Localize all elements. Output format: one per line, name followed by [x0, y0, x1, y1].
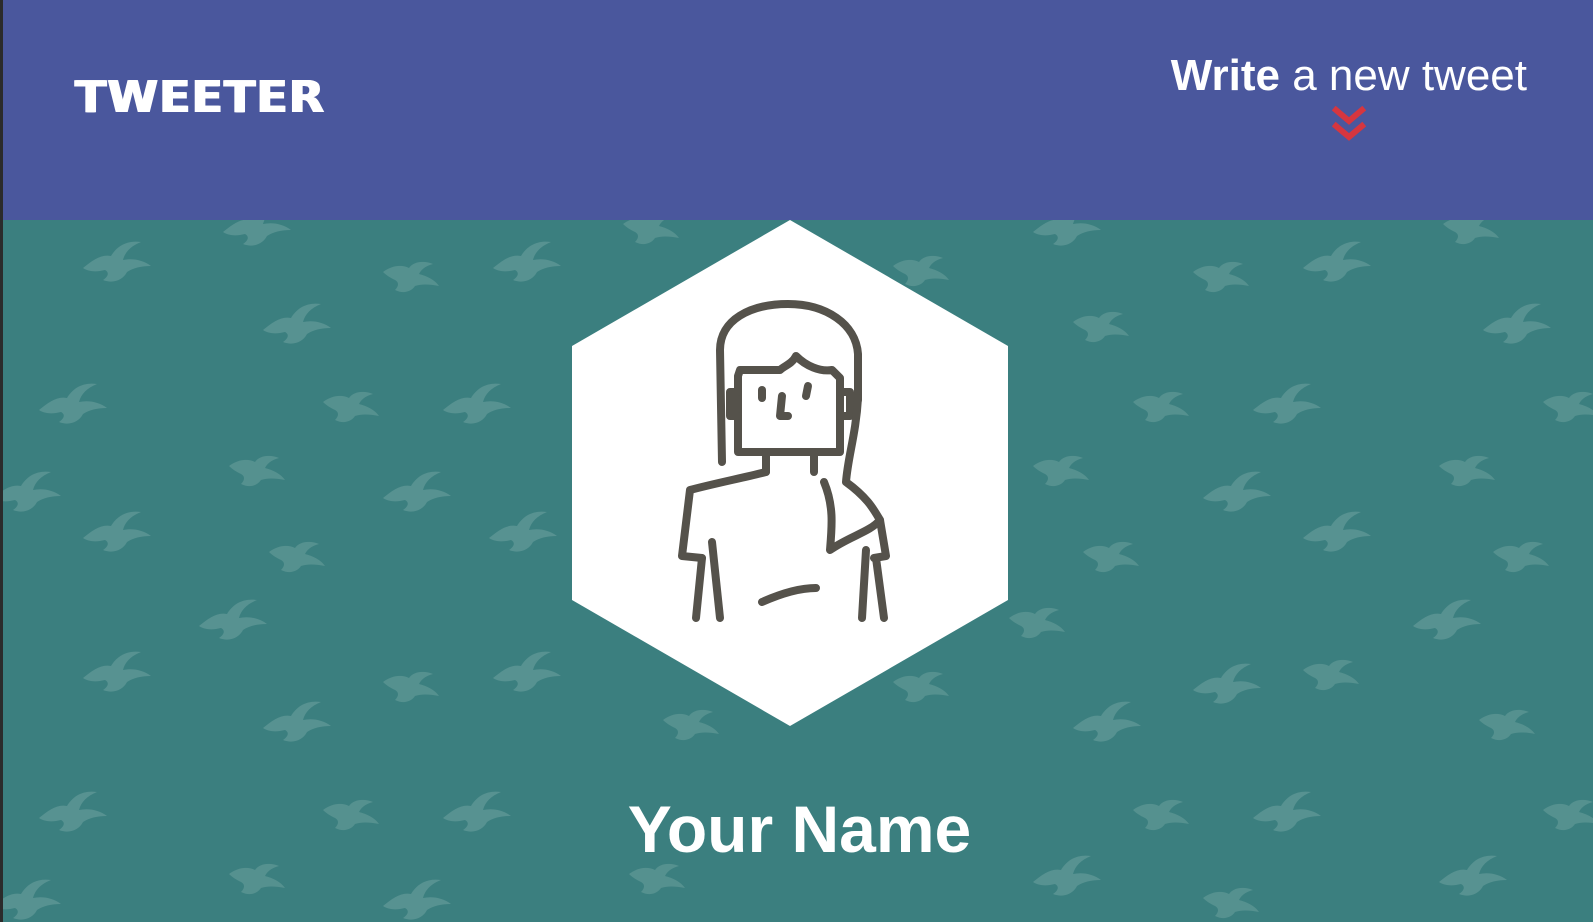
- top-navigation-bar: TWEETER Write a new tweet: [0, 0, 1593, 220]
- write-new-tweet-link[interactable]: Write a new tweet: [1170, 51, 1527, 146]
- profile-banner: Your Name: [0, 220, 1593, 922]
- app-logo[interactable]: TWEETER: [75, 75, 325, 119]
- page: TWEETER Write a new tweet Your Name: [0, 0, 1593, 922]
- double-chevron-down-icon[interactable]: [1331, 106, 1366, 146]
- profile-name: Your Name: [627, 792, 972, 866]
- write-label-rest: a new tweet: [1279, 51, 1527, 100]
- write-label-strong: Write: [1170, 51, 1280, 100]
- user-avatar-woman-icon[interactable]: [570, 220, 1010, 726]
